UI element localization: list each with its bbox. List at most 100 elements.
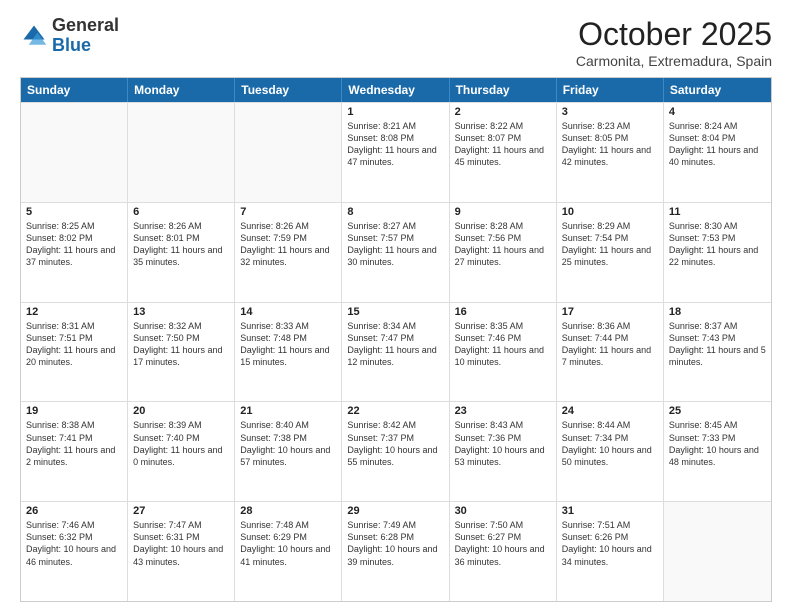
day-number: 9 <box>455 206 551 218</box>
weekday-header-sunday: Sunday <box>21 78 128 102</box>
empty-cell <box>128 103 235 202</box>
day-number: 26 <box>26 505 122 517</box>
day-number: 7 <box>240 206 336 218</box>
day-cell-28: 28 Sunrise: 7:48 AMSunset: 6:29 PMDayligh… <box>235 502 342 601</box>
day-number: 6 <box>133 206 229 218</box>
cell-info: Sunrise: 8:22 AMSunset: 8:07 PMDaylight:… <box>455 120 551 169</box>
day-cell-19: 19 Sunrise: 8:38 AMSunset: 7:41 PMDayligh… <box>21 402 128 501</box>
day-number: 27 <box>133 505 229 517</box>
day-cell-7: 7 Sunrise: 8:26 AMSunset: 7:59 PMDaylight… <box>235 203 342 302</box>
day-number: 3 <box>562 106 658 118</box>
cell-info: Sunrise: 8:31 AMSunset: 7:51 PMDaylight:… <box>26 320 122 369</box>
day-cell-13: 13Sunrise: 8:32 AMSunset: 7:50 PMDayligh… <box>128 303 235 402</box>
weekday-header-friday: Friday <box>557 78 664 102</box>
cell-info: Sunrise: 8:28 AMSunset: 7:56 PMDaylight:… <box>455 220 551 269</box>
cell-info: Sunrise: 8:36 AMSunset: 7:44 PMDaylight:… <box>562 320 658 369</box>
day-cell-5: 5 Sunrise: 8:25 AMSunset: 8:02 PMDaylight… <box>21 203 128 302</box>
day-number: 5 <box>26 206 122 218</box>
logo-text: General Blue <box>52 16 119 56</box>
day-number: 4 <box>669 106 766 118</box>
weekday-header-wednesday: Wednesday <box>342 78 449 102</box>
calendar-row-2: 5 Sunrise: 8:25 AMSunset: 8:02 PMDaylight… <box>21 202 771 302</box>
weekday-header-monday: Monday <box>128 78 235 102</box>
cell-info: Sunrise: 8:39 AMSunset: 7:40 PMDaylight:… <box>133 419 229 468</box>
weekday-header-tuesday: Tuesday <box>235 78 342 102</box>
cell-info: Sunrise: 8:38 AMSunset: 7:41 PMDaylight:… <box>26 419 122 468</box>
cell-info: Sunrise: 8:23 AMSunset: 8:05 PMDaylight:… <box>562 120 658 169</box>
empty-cell <box>21 103 128 202</box>
day-cell-1: 1 Sunrise: 8:21 AMSunset: 8:08 PMDaylight… <box>342 103 449 202</box>
day-number: 24 <box>562 405 658 417</box>
page: General Blue October 2025 Carmonita, Ext… <box>0 0 792 612</box>
cell-info: Sunrise: 8:43 AMSunset: 7:36 PMDaylight:… <box>455 419 551 468</box>
day-cell-24: 24 Sunrise: 8:44 AMSunset: 7:34 PMDayligh… <box>557 402 664 501</box>
day-number: 14 <box>240 306 336 318</box>
cell-info: Sunrise: 8:34 AMSunset: 7:47 PMDaylight:… <box>347 320 443 369</box>
day-number: 28 <box>240 505 336 517</box>
calendar-row-3: 12Sunrise: 8:31 AMSunset: 7:51 PMDayligh… <box>21 302 771 402</box>
day-cell-4: 4Sunrise: 8:24 AMSunset: 8:04 PMDaylight… <box>664 103 771 202</box>
day-cell-20: 20Sunrise: 8:39 AMSunset: 7:40 PMDayligh… <box>128 402 235 501</box>
weekday-header-thursday: Thursday <box>450 78 557 102</box>
day-cell-15: 15 Sunrise: 8:34 AMSunset: 7:47 PMDayligh… <box>342 303 449 402</box>
day-number: 11 <box>669 206 766 218</box>
cell-info: Sunrise: 8:26 AMSunset: 7:59 PMDaylight:… <box>240 220 336 269</box>
cell-info: Sunrise: 8:32 AMSunset: 7:50 PMDaylight:… <box>133 320 229 369</box>
day-cell-29: 29Sunrise: 7:49 AMSunset: 6:28 PMDayligh… <box>342 502 449 601</box>
cell-info: Sunrise: 8:44 AMSunset: 7:34 PMDaylight:… <box>562 419 658 468</box>
logo-general: General <box>52 15 119 35</box>
day-cell-17: 17 Sunrise: 8:36 AMSunset: 7:44 PMDayligh… <box>557 303 664 402</box>
day-cell-22: 22Sunrise: 8:42 AMSunset: 7:37 PMDayligh… <box>342 402 449 501</box>
day-number: 25 <box>669 405 766 417</box>
day-cell-14: 14 Sunrise: 8:33 AMSunset: 7:48 PMDayligh… <box>235 303 342 402</box>
calendar-row-4: 19 Sunrise: 8:38 AMSunset: 7:41 PMDayligh… <box>21 401 771 501</box>
month-title: October 2025 <box>576 16 772 53</box>
empty-cell <box>235 103 342 202</box>
cell-info: Sunrise: 8:29 AMSunset: 7:54 PMDaylight:… <box>562 220 658 269</box>
day-number: 29 <box>347 505 443 517</box>
location: Carmonita, Extremadura, Spain <box>576 53 772 69</box>
header: General Blue October 2025 Carmonita, Ext… <box>20 16 772 69</box>
day-cell-11: 11Sunrise: 8:30 AMSunset: 7:53 PMDayligh… <box>664 203 771 302</box>
cell-info: Sunrise: 8:33 AMSunset: 7:48 PMDaylight:… <box>240 320 336 369</box>
cell-info: Sunrise: 7:51 AMSunset: 6:26 PMDaylight:… <box>562 519 658 568</box>
cell-info: Sunrise: 8:27 AMSunset: 7:57 PMDaylight:… <box>347 220 443 269</box>
calendar-header: SundayMondayTuesdayWednesdayThursdayFrid… <box>21 78 771 102</box>
day-number: 30 <box>455 505 551 517</box>
day-cell-26: 26Sunrise: 7:46 AMSunset: 6:32 PMDayligh… <box>21 502 128 601</box>
logo-icon <box>20 22 48 50</box>
logo-blue: Blue <box>52 35 91 55</box>
cell-info: Sunrise: 8:35 AMSunset: 7:46 PMDaylight:… <box>455 320 551 369</box>
cell-info: Sunrise: 8:26 AMSunset: 8:01 PMDaylight:… <box>133 220 229 269</box>
day-cell-6: 6 Sunrise: 8:26 AMSunset: 8:01 PMDaylight… <box>128 203 235 302</box>
day-cell-2: 2 Sunrise: 8:22 AMSunset: 8:07 PMDaylight… <box>450 103 557 202</box>
day-cell-3: 3 Sunrise: 8:23 AMSunset: 8:05 PMDaylight… <box>557 103 664 202</box>
day-number: 19 <box>26 405 122 417</box>
cell-info: Sunrise: 7:50 AMSunset: 6:27 PMDaylight:… <box>455 519 551 568</box>
cell-info: Sunrise: 8:25 AMSunset: 8:02 PMDaylight:… <box>26 220 122 269</box>
cell-info: Sunrise: 8:21 AMSunset: 8:08 PMDaylight:… <box>347 120 443 169</box>
calendar-row-5: 26Sunrise: 7:46 AMSunset: 6:32 PMDayligh… <box>21 501 771 601</box>
day-cell-10: 10 Sunrise: 8:29 AMSunset: 7:54 PMDayligh… <box>557 203 664 302</box>
cell-info: Sunrise: 7:47 AMSunset: 6:31 PMDaylight:… <box>133 519 229 568</box>
day-cell-23: 23Sunrise: 8:43 AMSunset: 7:36 PMDayligh… <box>450 402 557 501</box>
calendar-row-1: 1 Sunrise: 8:21 AMSunset: 8:08 PMDaylight… <box>21 102 771 202</box>
cell-info: Sunrise: 7:48 AMSunset: 6:29 PMDaylight:… <box>240 519 336 568</box>
calendar: SundayMondayTuesdayWednesdayThursdayFrid… <box>20 77 772 602</box>
logo: General Blue <box>20 16 119 56</box>
day-cell-27: 27 Sunrise: 7:47 AMSunset: 6:31 PMDayligh… <box>128 502 235 601</box>
day-cell-9: 9 Sunrise: 8:28 AMSunset: 7:56 PMDaylight… <box>450 203 557 302</box>
day-cell-31: 31Sunrise: 7:51 AMSunset: 6:26 PMDayligh… <box>557 502 664 601</box>
empty-cell <box>664 502 771 601</box>
day-cell-18: 18Sunrise: 8:37 AMSunset: 7:43 PMDayligh… <box>664 303 771 402</box>
cell-info: Sunrise: 8:45 AMSunset: 7:33 PMDaylight:… <box>669 419 766 468</box>
day-number: 2 <box>455 106 551 118</box>
day-cell-21: 21Sunrise: 8:40 AMSunset: 7:38 PMDayligh… <box>235 402 342 501</box>
weekday-header-saturday: Saturday <box>664 78 771 102</box>
cell-info: Sunrise: 8:42 AMSunset: 7:37 PMDaylight:… <box>347 419 443 468</box>
day-cell-25: 25 Sunrise: 8:45 AMSunset: 7:33 PMDayligh… <box>664 402 771 501</box>
day-number: 15 <box>347 306 443 318</box>
day-number: 1 <box>347 106 443 118</box>
day-number: 17 <box>562 306 658 318</box>
day-number: 10 <box>562 206 658 218</box>
